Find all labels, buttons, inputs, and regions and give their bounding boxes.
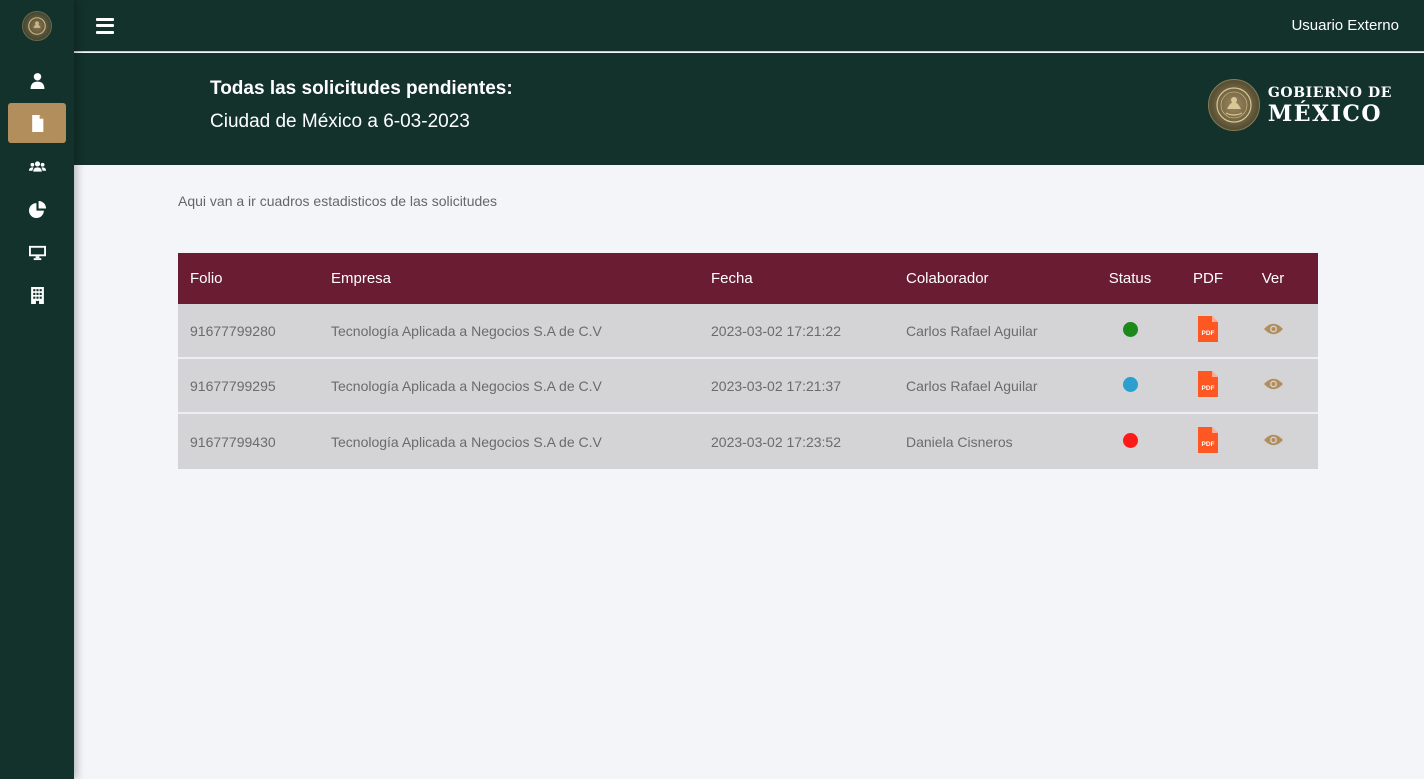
document-icon xyxy=(31,114,43,132)
sidebar-item-statistics[interactable] xyxy=(8,189,66,229)
cell-folio: 91677799280 xyxy=(190,322,276,339)
user-icon xyxy=(30,72,44,89)
top-navbar: Usuario Externo xyxy=(74,0,1424,52)
status-dot-icon xyxy=(1122,376,1138,392)
column-header-empresa: Empresa xyxy=(331,270,392,287)
cell-empresa: Tecnología Aplicada a Negocios S.A de C.… xyxy=(331,377,602,394)
gobierno-logo: GOBIERNO DE MÉXICO xyxy=(1207,79,1392,131)
svg-text:PDF: PDF xyxy=(1202,441,1215,448)
building-icon xyxy=(30,286,44,304)
column-header-ver: Ver xyxy=(1261,270,1285,287)
menu-toggle-icon[interactable] xyxy=(96,17,114,34)
eye-icon[interactable] xyxy=(1263,377,1283,391)
sidebar-item-monitor[interactable] xyxy=(8,232,66,272)
cell-fecha: 2023-03-02 17:23:52 xyxy=(711,433,841,450)
requests-table: Folio Empresa Fecha Colaborador Status P… xyxy=(178,253,1318,469)
user-menu[interactable]: Usuario Externo xyxy=(1291,17,1399,34)
sidebar-logo[interactable] xyxy=(0,0,74,52)
cell-fecha: 2023-03-02 17:21:22 xyxy=(711,322,841,339)
logo-line-2: MÉXICO xyxy=(1267,100,1383,127)
page-subtitle: Ciudad de México a 6-03-2023 xyxy=(210,111,470,132)
column-header-status: Status xyxy=(1108,270,1152,287)
svg-text:PDF: PDF xyxy=(1202,330,1215,337)
statistics-placeholder-text: Aqui van a ir cuadros estadisticos de la… xyxy=(178,193,498,209)
status-dot-icon xyxy=(1122,432,1138,448)
table-row: 91677799430 Tecnología Aplicada a Negoci… xyxy=(178,414,1318,469)
national-seal-icon xyxy=(1207,79,1260,131)
svg-text:PDF: PDF xyxy=(1202,385,1215,392)
table-body: 91677799280 Tecnología Aplicada a Negoci… xyxy=(178,304,1318,469)
column-header-folio: Folio xyxy=(190,270,223,287)
page-header: Todas las solicitudes pendientes: Ciudad… xyxy=(74,53,1424,165)
column-header-pdf: PDF xyxy=(1193,270,1223,287)
pdf-file-icon[interactable]: PDF xyxy=(1198,371,1218,397)
sidebar-item-profile[interactable] xyxy=(8,60,66,100)
cell-folio: 91677799430 xyxy=(190,433,276,450)
sidebar-item-collaborators[interactable] xyxy=(8,146,66,186)
column-header-colaborador: Colaborador xyxy=(906,270,989,287)
page-title: Todas las solicitudes pendientes: xyxy=(210,78,513,99)
table-row: 91677799280 Tecnología Aplicada a Negoci… xyxy=(178,304,1318,359)
cell-empresa: Tecnología Aplicada a Negocios S.A de C.… xyxy=(331,322,602,339)
cell-empresa: Tecnología Aplicada a Negocios S.A de C.… xyxy=(331,433,602,450)
pie-chart-icon xyxy=(28,200,46,218)
pdf-file-icon[interactable]: PDF xyxy=(1198,427,1218,453)
cell-folio: 91677799295 xyxy=(190,377,276,394)
eye-icon[interactable] xyxy=(1263,322,1283,336)
eye-icon[interactable] xyxy=(1263,433,1283,447)
national-seal-icon xyxy=(22,11,52,41)
table-row: 91677799295 Tecnología Aplicada a Negoci… xyxy=(178,359,1318,414)
sidebar-item-companies[interactable] xyxy=(8,275,66,315)
table-header-row: Folio Empresa Fecha Colaborador Status P… xyxy=(178,253,1318,304)
cell-fecha: 2023-03-02 17:21:37 xyxy=(711,377,841,394)
column-header-fecha: Fecha xyxy=(711,270,753,287)
cell-colaborador: Carlos Rafael Aguilar xyxy=(906,377,1038,394)
sidebar xyxy=(0,0,74,779)
logo-line-1: GOBIERNO DE xyxy=(1267,84,1392,101)
desktop-icon xyxy=(28,245,46,260)
cell-colaborador: Carlos Rafael Aguilar xyxy=(906,322,1038,339)
pdf-file-icon[interactable]: PDF xyxy=(1198,316,1218,342)
users-icon xyxy=(28,160,46,172)
cell-colaborador: Daniela Cisneros xyxy=(906,433,1013,450)
status-dot-icon xyxy=(1122,321,1138,337)
sidebar-item-requests[interactable] xyxy=(8,103,66,143)
